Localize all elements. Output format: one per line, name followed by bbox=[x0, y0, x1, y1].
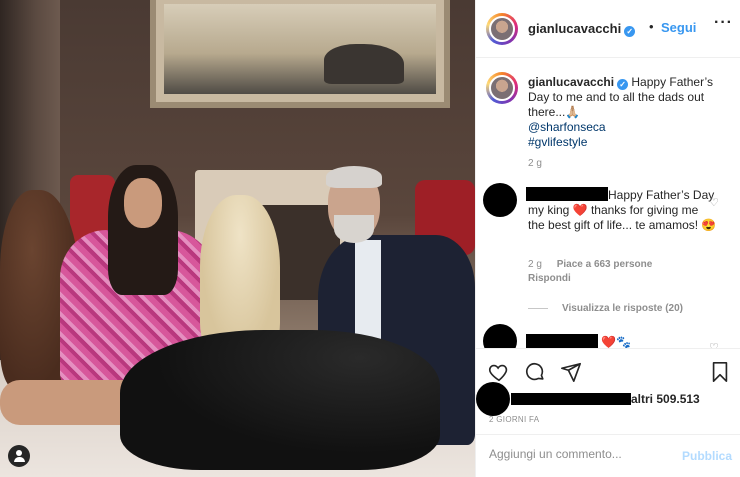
comment-likes[interactable]: Piace a 663 persone bbox=[557, 259, 653, 270]
redacted-username bbox=[511, 393, 631, 405]
comment-meta: 2 g Piace a 663 persone bbox=[528, 259, 664, 270]
heart-icon[interactable]: ♡ bbox=[709, 341, 719, 348]
header-username[interactable]: gianlucavacchi ✓ bbox=[528, 21, 636, 37]
likes-count[interactable]: altri 509.513 bbox=[511, 392, 700, 406]
caption-mention-link[interactable]: @sharfonseca bbox=[528, 120, 728, 135]
redacted-avatar bbox=[483, 183, 517, 217]
view-replies-button[interactable]: Visualizza le risposte (20) bbox=[528, 303, 683, 314]
heart-icon[interactable]: ♡ bbox=[709, 196, 719, 209]
header-separator: • bbox=[649, 19, 654, 34]
post-caption: gianlucavacchi ✓ Happy Father’s Day to me… bbox=[528, 75, 728, 150]
verified-badge-icon: ✓ bbox=[617, 79, 629, 90]
post-photo[interactable] bbox=[0, 0, 475, 477]
verified-badge-icon: ✓ bbox=[624, 26, 636, 37]
comment-timestamp[interactable]: 2 g bbox=[528, 259, 542, 270]
post-actions: altri 509.513 2 GIORNI FA bbox=[476, 348, 740, 434]
post-sidebar: gianlucavacchi ✓ • Segui ··· gianlucavacc… bbox=[475, 0, 740, 477]
reply-button[interactable]: Rispondi bbox=[528, 273, 571, 284]
comments-list[interactable]: gianlucavacchi ✓ Happy Father’s Day to me… bbox=[476, 58, 740, 348]
heart-icon[interactable] bbox=[488, 361, 510, 383]
tag-user-icon[interactable] bbox=[8, 445, 30, 467]
avatar[interactable] bbox=[486, 72, 518, 104]
publish-button[interactable]: Pubblica bbox=[682, 449, 732, 463]
follow-button[interactable]: Segui bbox=[661, 20, 696, 35]
comment-icon[interactable] bbox=[524, 361, 546, 383]
post-header: gianlucavacchi ✓ • Segui ··· bbox=[476, 0, 740, 58]
share-icon[interactable] bbox=[560, 361, 582, 383]
caption-hashtag-link[interactable]: #gvlifestyle bbox=[528, 135, 728, 150]
more-options-icon[interactable]: ··· bbox=[714, 14, 733, 32]
redacted-avatar bbox=[483, 324, 517, 348]
avatar[interactable] bbox=[486, 13, 518, 45]
caption-timestamp[interactable]: 2 g bbox=[528, 158, 542, 169]
bookmark-icon[interactable] bbox=[709, 361, 731, 383]
comment-text: ❤️🐾 bbox=[601, 335, 631, 348]
photo-painting bbox=[150, 0, 450, 108]
comment-input[interactable] bbox=[489, 447, 669, 461]
redacted-avatar bbox=[476, 382, 510, 416]
comment-text: Happy Father’s Day my king ❤️ thanks for… bbox=[528, 188, 717, 232]
post-timestamp[interactable]: 2 GIORNI FA bbox=[489, 415, 539, 424]
redacted-username bbox=[526, 334, 598, 348]
photo-black-dog bbox=[120, 330, 440, 470]
comment-composer: Pubblica bbox=[476, 434, 740, 477]
